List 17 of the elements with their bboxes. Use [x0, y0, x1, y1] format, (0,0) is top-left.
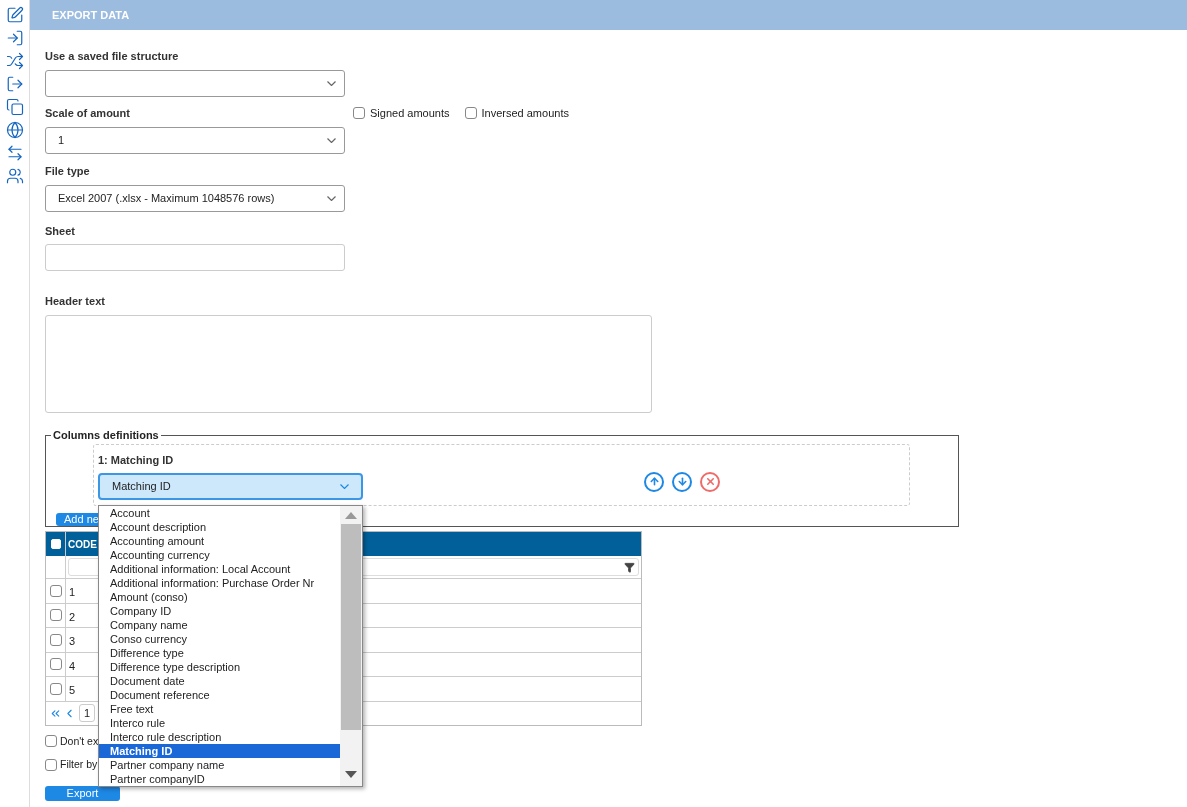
- table-cell-text: 5: [68, 683, 77, 698]
- checkbox-label: Filter by: [60, 757, 98, 773]
- field-label: Sheet: [45, 224, 76, 237]
- table-cell-text: 3: [68, 634, 77, 649]
- field-label: Header text: [45, 294, 106, 307]
- checkbox-label: Don't ex: [60, 733, 99, 749]
- checkbox-label: Signed amounts: [370, 106, 450, 121]
- column-title: 1: Matching ID: [98, 452, 175, 468]
- panel-legend: Columns definitions: [51, 427, 161, 444]
- table-cell-text: 1: [68, 585, 77, 600]
- page-title: EXPORT DATA: [52, 7, 130, 23]
- checkbox-label: Inversed amounts: [481, 106, 569, 121]
- table-cell-text: 4: [68, 658, 77, 674]
- field-label: File type: [45, 164, 91, 177]
- field-label: Use a saved file structure: [45, 49, 180, 62]
- field-label: Scale of amount: [45, 106, 131, 119]
- table-cell-text: 2: [68, 609, 77, 625]
